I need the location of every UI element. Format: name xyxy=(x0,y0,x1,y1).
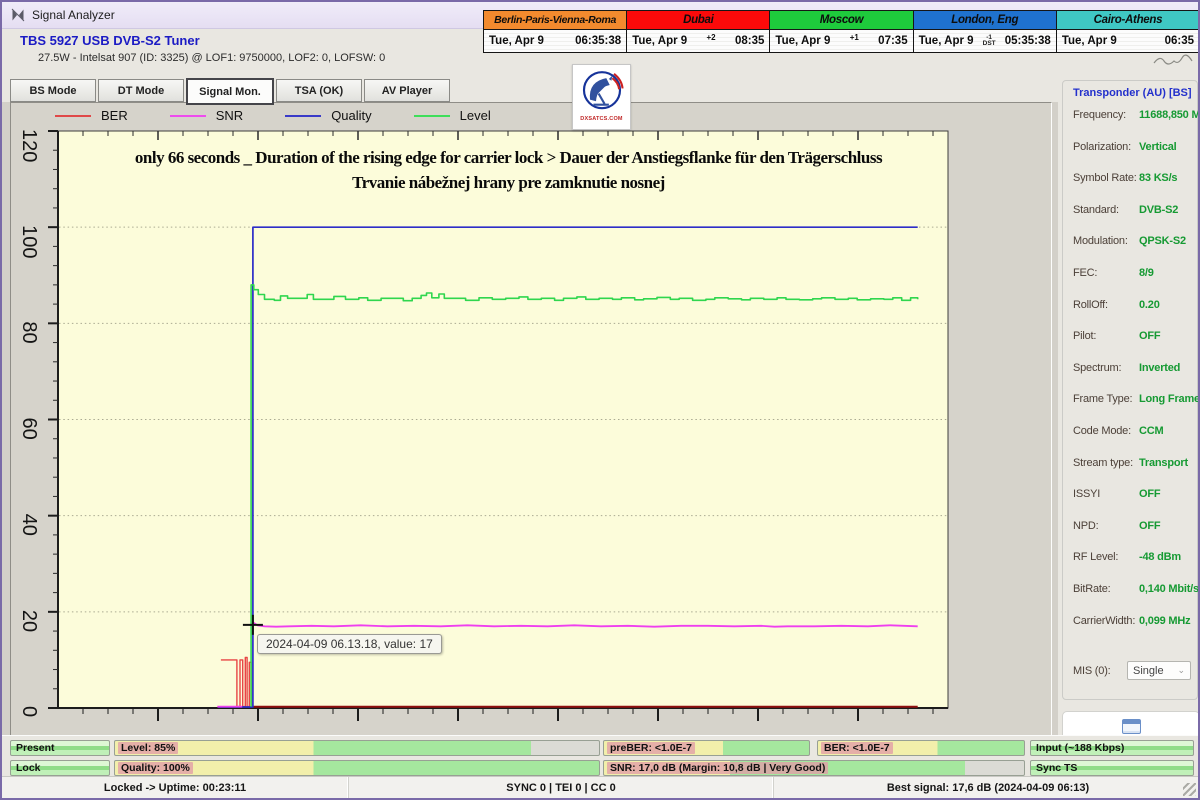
transponder-sidebar: Transponder (AU) [BS] Frequency:11688,85… xyxy=(1058,74,1200,754)
field-fec: FEC:8/9 xyxy=(1073,267,1191,299)
clock-time: 08:35 xyxy=(735,35,764,47)
clock-dubai: Dubai Tue, Apr 9+208:35 xyxy=(627,11,770,52)
svg-text:120: 120 xyxy=(18,129,40,162)
field-stream-type: Stream type:Transport xyxy=(1073,457,1191,489)
transponder-group: Transponder (AU) [BS] Frequency:11688,85… xyxy=(1062,80,1198,700)
signal-gauges: Present Level: 85% preBER: <1.0E-7 BER: … xyxy=(2,735,1200,781)
preber-bar: preBER: <1.0E-7 xyxy=(603,740,810,756)
clock-date: Tue, Apr 9 xyxy=(919,35,974,47)
snr-bar: SNR: 17,0 dB (Margin: 10,8 dB | Very Goo… xyxy=(603,760,1025,776)
clock-time: 07:35 xyxy=(878,35,907,47)
signal-plot[interactable]: 0 20 40 60 80 100 120 xyxy=(11,103,1051,735)
field-code-mode: Code Mode:CCM xyxy=(1073,425,1191,457)
world-clock-bar: Berlin-Paris-Vienna-Roma Tue, Apr 9 06:35… xyxy=(483,10,1200,53)
clock-moscow: Moscow Tue, Apr 9+107:35 xyxy=(770,11,913,52)
level-line-swatch xyxy=(414,115,450,117)
legend-item-quality: Quality xyxy=(285,108,371,123)
mode-tab-bar: BS Mode DT Mode Signal Mon. TSA (OK) AV … xyxy=(10,79,450,105)
field-modulation: Modulation:QPSK-S2 xyxy=(1073,235,1191,267)
clock-berlin-paris-vienna-roma: Berlin-Paris-Vienna-Roma Tue, Apr 9 06:35… xyxy=(484,11,627,52)
field-standard: Standard:DVB-S2 xyxy=(1073,204,1191,236)
ber-line-swatch xyxy=(55,115,91,117)
field-rolloff: RollOff:0.20 xyxy=(1073,299,1191,331)
window-title: Signal Analyzer xyxy=(32,8,115,22)
tab-bs-mode[interactable]: BS Mode xyxy=(10,79,96,102)
table-icon xyxy=(1122,719,1141,734)
svg-text:60: 60 xyxy=(18,418,40,440)
transponder-fields: Frequency:11688,850 MHz Polarization:Ver… xyxy=(1073,109,1191,646)
field-carrier-width: CarrierWidth:0,099 MHz xyxy=(1073,615,1191,647)
level-bar: Level: 85% xyxy=(114,740,600,756)
device-title: TBS 5927 USB DVB-S2 Tuner xyxy=(20,33,200,48)
field-frequency: Frequency:11688,850 MHz xyxy=(1073,109,1191,141)
clock-city: Moscow xyxy=(770,11,912,30)
clock-cairo-athens: Cairo-Athens Tue, Apr 9 06:35 xyxy=(1057,11,1199,52)
svg-text:20: 20 xyxy=(18,610,40,632)
field-rf-level: RF Level:-48 dBm xyxy=(1073,551,1191,583)
ber-bar: BER: <1.0E-7 xyxy=(817,740,1025,756)
chart-legend: BER SNR Quality Level xyxy=(55,108,533,123)
statusbar-best-signal: Best signal: 17,6 dB (2024-04-09 06:13) xyxy=(774,777,1200,798)
tab-av-player[interactable]: AV Player xyxy=(364,79,450,102)
svg-text:40: 40 xyxy=(18,514,40,536)
input-indicator: Input (~188 Kbps) xyxy=(1030,740,1194,756)
dst-offset: -1DST xyxy=(983,35,996,47)
legend-item-level: Level xyxy=(414,108,491,123)
legend-item-ber: BER xyxy=(55,108,128,123)
clock-date: Tue, Apr 9 xyxy=(489,35,544,47)
clock-time: 06:35 xyxy=(1165,35,1194,47)
data-point-tooltip: 2024-04-09 06.13.18, value: 17 xyxy=(257,634,442,654)
signal-monitor-chart-panel: BER SNR Quality Level 0 20 40 60 80 100 120 on… xyxy=(10,102,1052,736)
field-frame-type: Frame Type:Long Frame xyxy=(1073,393,1191,425)
app-dish-icon xyxy=(11,8,25,22)
group-title: Transponder (AU) [BS] xyxy=(1073,87,1191,99)
satellite-dish-icon xyxy=(578,67,626,115)
field-symbol-rate: Symbol Rate:83 KS/s xyxy=(1073,172,1191,204)
field-polarization: Polarization:Vertical xyxy=(1073,141,1191,173)
snr-line-swatch xyxy=(170,115,206,117)
tab-dt-mode[interactable]: DT Mode xyxy=(98,79,184,102)
decorative-signature xyxy=(1152,53,1194,67)
field-pilot: Pilot:OFF xyxy=(1073,330,1191,362)
mis-select[interactable]: Single ⌄ xyxy=(1127,661,1191,680)
legend-item-snr: SNR xyxy=(170,108,243,123)
clock-date: Tue, Apr 9 xyxy=(775,35,830,47)
clock-time: 06:35:38 xyxy=(575,35,621,47)
tab-signal-mon[interactable]: Signal Mon. xyxy=(186,78,274,105)
statusbar: Locked -> Uptime: 00:23:11 SYNC 0 | TEI … xyxy=(2,776,1200,798)
svg-text:80: 80 xyxy=(18,321,40,343)
logo-text: DXSATCS.COM xyxy=(580,116,622,122)
quality-bar: Quality: 100% xyxy=(114,760,600,776)
resize-grip[interactable] xyxy=(1183,783,1196,796)
chart-annotation: only 66 seconds _ Duration of the rising… xyxy=(71,145,946,195)
field-spectrum: Spectrum:Inverted xyxy=(1073,362,1191,394)
tab-tsa[interactable]: TSA (OK) xyxy=(276,79,362,102)
clock-date: Tue, Apr 9 xyxy=(1062,35,1117,47)
clock-city: Dubai xyxy=(627,11,769,30)
quality-line-swatch xyxy=(285,115,321,117)
clock-time: 05:35:38 xyxy=(1005,35,1051,47)
clock-date: Tue, Apr 9 xyxy=(632,35,687,47)
sync-ts-indicator: Sync TS xyxy=(1030,760,1194,776)
clock-london: London, Eng Tue, Apr 9 -1DST 05:35:38 xyxy=(914,11,1057,52)
chevron-down-icon: ⌄ xyxy=(1177,665,1185,676)
statusbar-sync-counters: SYNC 0 | TEI 0 | CC 0 xyxy=(349,777,774,798)
field-bitrate: BitRate:0,140 Mbit/s xyxy=(1073,583,1191,615)
dxsatcs-logo: DXSATCS.COM xyxy=(572,64,631,130)
clock-city: London, Eng xyxy=(914,11,1056,30)
statusbar-lock-uptime: Locked -> Uptime: 00:23:11 xyxy=(2,777,349,798)
present-indicator: Present xyxy=(10,740,110,756)
svg-text:100: 100 xyxy=(18,225,40,258)
field-npd: NPD:OFF xyxy=(1073,520,1191,552)
mis-row: MIS (0): Single ⌄ xyxy=(1073,661,1191,680)
lock-indicator: Lock xyxy=(10,760,110,776)
device-subtitle: 27.5W - Intelsat 907 (ID: 3325) @ LOF1: … xyxy=(38,52,385,64)
field-issyi: ISSYIOFF xyxy=(1073,488,1191,520)
clock-city: Cairo-Athens xyxy=(1057,11,1199,30)
signal-analyzer-window: Signal Analyzer Berlin-Paris-Vienna-Roma… xyxy=(0,0,1200,800)
clock-city: Berlin-Paris-Vienna-Roma xyxy=(484,11,626,30)
svg-text:0: 0 xyxy=(18,706,40,717)
